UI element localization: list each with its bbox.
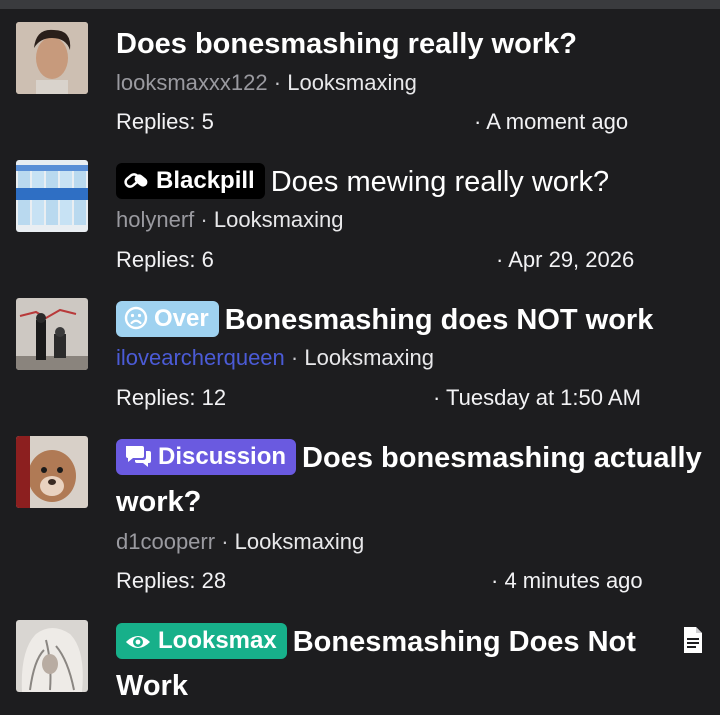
last-activity-time: 4 minutes ago	[504, 568, 643, 593]
last-activity[interactable]: · A moment ago	[474, 107, 628, 137]
separator: ·	[496, 247, 504, 272]
sad-face-icon	[124, 306, 148, 330]
user-avatar-dark-hair-icon	[16, 22, 88, 94]
pills-icon	[124, 173, 148, 188]
prefix-label: Over	[154, 305, 209, 332]
document-icon	[684, 627, 702, 653]
user-avatar[interactable]	[16, 436, 88, 508]
last-activity-time: A moment ago	[486, 109, 629, 134]
user-avatar-bottles-icon	[16, 160, 88, 232]
thread-author[interactable]: looksmaxxx122	[116, 70, 268, 95]
prefix-label: Blackpill	[156, 167, 255, 194]
thread-title[interactable]: Does mewing really work?	[271, 166, 609, 198]
thread-forum[interactable]: Looksmaxing	[235, 529, 365, 554]
thread-forum[interactable]: Looksmaxing	[304, 345, 434, 370]
thread-meta: looksmaxxx122 · Looksmaxing	[116, 68, 417, 98]
prefix-label: Looksmax	[158, 627, 277, 654]
user-avatar-dog-icon	[16, 436, 88, 508]
user-avatar[interactable]	[16, 160, 88, 232]
last-activity-time: Apr 29, 2026	[508, 247, 635, 272]
prefix-badge[interactable]: Over	[116, 301, 219, 337]
reply-count: Replies: 5	[116, 109, 214, 134]
separator: ·	[491, 568, 499, 593]
thread-title-line[interactable]: Looksmax Bonesmashing Does Not Work	[116, 620, 706, 708]
reply-count: Replies: 28	[116, 568, 227, 593]
prefix-badge[interactable]: Blackpill	[116, 163, 265, 199]
thread-meta: holynerf · Looksmaxing	[116, 205, 344, 235]
separator: ·	[290, 345, 299, 370]
thread-title[interactable]: Bonesmashing does NOT work	[225, 304, 654, 336]
thread-meta: d1cooperr · Looksmaxing	[116, 527, 364, 557]
top-bar	[0, 0, 720, 9]
thread-forum[interactable]: Looksmaxing	[214, 207, 344, 232]
user-avatar[interactable]	[16, 22, 88, 94]
last-activity-time: Tuesday at 1:50 AM	[446, 385, 641, 410]
thread-author[interactable]: d1cooperr	[116, 529, 215, 554]
thread-author[interactable]: ilovearcherqueen	[116, 345, 285, 370]
separator: ·	[221, 529, 229, 554]
user-avatar[interactable]	[16, 620, 88, 692]
user-avatar-white-hair-icon	[16, 620, 88, 692]
prefix-badge[interactable]: Looksmax	[116, 623, 287, 659]
last-activity[interactable]: · Tuesday at 1:50 AM	[433, 383, 641, 413]
separator: ·	[273, 70, 282, 95]
last-activity[interactable]: · Apr 29, 2026	[496, 245, 634, 275]
thread-forum[interactable]: Looksmaxing	[287, 70, 417, 95]
eye-icon	[126, 636, 150, 648]
thread-title[interactable]: Does bonesmashing really work?	[116, 22, 706, 66]
separator: ·	[433, 385, 441, 410]
prefix-label: Discussion	[158, 443, 287, 470]
thread-title-line[interactable]: Over Bonesmashing does NOT work	[116, 298, 706, 342]
last-activity[interactable]: · 4 minutes ago	[491, 566, 643, 596]
separator: ·	[200, 207, 208, 232]
chat-bubbles-icon	[126, 446, 151, 467]
thread-title-line[interactable]: Blackpill Does mewing really work?	[116, 160, 706, 204]
thread-author[interactable]: holynerf	[116, 207, 194, 232]
reply-count: Replies: 6	[116, 247, 214, 272]
prefix-badge[interactable]: Discussion	[116, 439, 297, 475]
thread-title-line[interactable]: Discussion Does bonesmashing actually wo…	[116, 436, 706, 524]
thread-meta: ilovearcherqueen · Looksmaxing	[116, 343, 434, 373]
user-avatar-graffiti-icon	[16, 298, 88, 370]
user-avatar[interactable]	[16, 298, 88, 370]
reply-count: Replies: 12	[116, 385, 227, 410]
separator: ·	[474, 109, 482, 134]
